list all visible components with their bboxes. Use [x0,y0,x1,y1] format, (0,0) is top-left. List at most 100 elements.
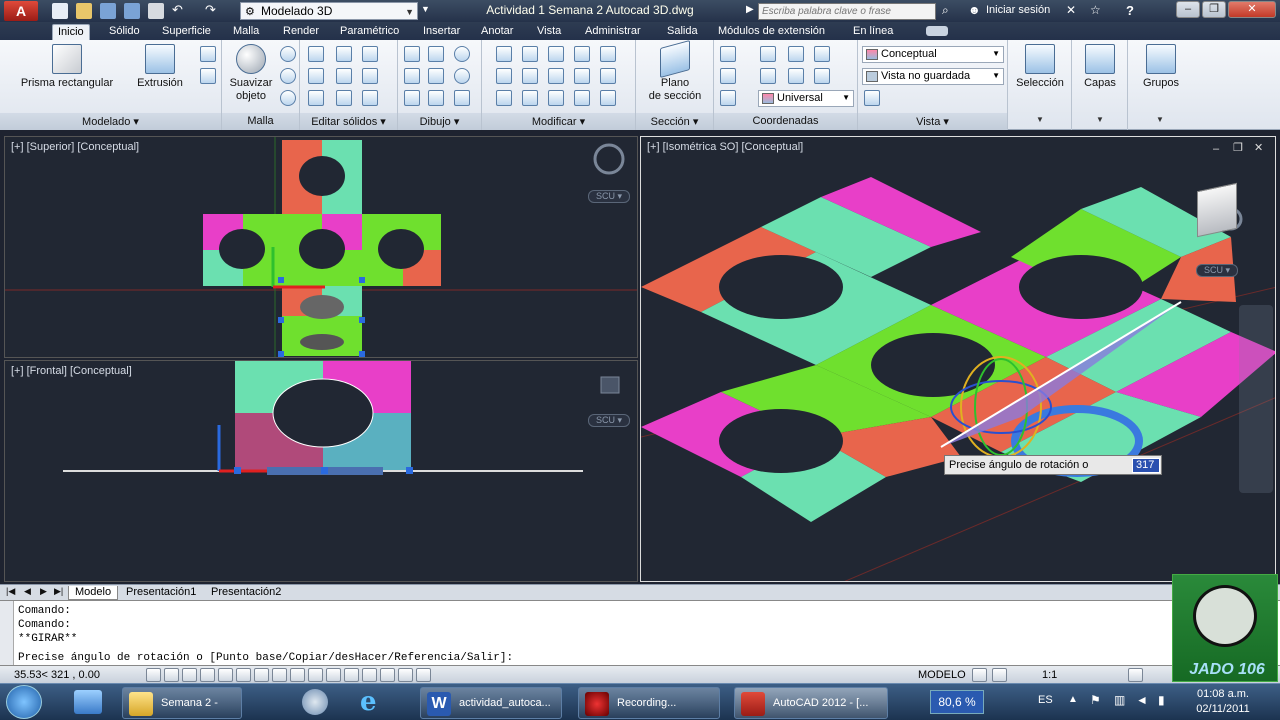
copy-icon[interactable] [574,46,590,62]
align-icon[interactable] [522,90,538,106]
ducs-icon[interactable] [290,668,305,682]
ucs-menu[interactable]: SCU ▾ [588,414,630,427]
chevron-down-icon[interactable]: ▼ [1036,115,1044,124]
fillet-icon[interactable] [496,68,512,84]
quicktime-icon[interactable] [302,689,328,715]
dyn-icon[interactable] [308,668,323,682]
command-window[interactable]: Comando: Comando: **GIRAR** Precise ángu… [0,600,1280,666]
mesh-tool-1-icon[interactable] [280,46,296,62]
circle-icon[interactable] [454,46,470,62]
tab-insertar[interactable]: Insertar [418,24,465,40]
viewcube-icon[interactable] [600,376,620,394]
ucs-menu[interactable]: SCU ▾ [1196,264,1238,277]
plano-seccion-button[interactable]: Plano de sección [642,39,708,103]
solid-tool-icon[interactable] [200,46,216,62]
viewport-label[interactable]: [+] [Frontal] [Conceptual] [11,365,132,377]
signin-link[interactable]: Iniciar sesión [986,4,1050,16]
tab-salida[interactable]: Salida [662,24,703,40]
panel-title-seccion[interactable]: Sección ▾ [636,113,713,130]
hatch-icon[interactable] [454,90,470,106]
prisma-rectangular-button[interactable]: Prisma rectangular [12,44,122,90]
edit-solid-5-icon[interactable] [362,68,378,84]
grip[interactable] [406,467,413,474]
search-expand-icon[interactable]: ▶ [746,4,754,15]
otrack-icon[interactable] [272,668,287,682]
taskbar-word[interactable]: W actividad_autoca... [420,687,562,719]
infer-constraints-icon[interactable] [146,668,161,682]
language-indicator[interactable]: ES [1038,694,1053,706]
start-button[interactable] [6,685,42,719]
panel-title-modelado[interactable]: Modelado ▾ [0,113,221,130]
edit-solid-3-icon[interactable] [336,90,352,106]
edit-icon[interactable] [496,90,512,106]
tab-vista[interactable]: Vista [532,24,566,40]
coordinates-readout[interactable]: 35.53< 321 , 0.00 [14,669,100,681]
exchange-icon[interactable]: ✕ [1066,3,1076,17]
ie-icon[interactable]: e [360,689,388,715]
panel-title-malla[interactable]: Malla [222,113,299,130]
spline-icon[interactable] [428,68,444,84]
annotation-scale[interactable]: 1:1 [1042,669,1057,681]
qp-icon[interactable] [362,668,377,682]
union-icon[interactable] [308,46,324,62]
sc-icon[interactable] [380,668,395,682]
search-input[interactable]: Escriba palabra clave o frase [758,3,936,20]
undo-icon[interactable]: ↶ [172,3,188,19]
tab-anotar[interactable]: Anotar [476,24,518,40]
open-file-icon[interactable] [76,3,92,19]
tab-malla[interactable]: Malla [228,24,264,40]
line-icon[interactable] [404,46,420,62]
help-icon[interactable]: ? [1126,3,1134,18]
taskbar-autocad[interactable]: AutoCAD 2012 - [... [734,687,888,719]
rotation-angle-input[interactable]: 317 [1132,458,1160,473]
tab-presentacion1[interactable]: Presentación1 [120,586,202,600]
quick-view-icon[interactable] [992,668,1007,682]
maximize-button[interactable]: ❐ [1202,1,1226,18]
tab-solido[interactable]: Sólido [104,24,145,40]
clock-date[interactable]: 02/11/2011 [1192,703,1254,715]
power-icon[interactable]: ▮ [1158,693,1165,707]
polar-icon[interactable] [218,668,233,682]
flag-icon[interactable]: ⚑ [1090,693,1101,707]
workspace-gear-icon[interactable] [1128,668,1143,682]
minimize-button[interactable]: – [1176,1,1200,18]
panel-title-editar-solidos[interactable]: Editar sólidos ▾ [300,113,397,130]
mesh-tool-2-icon[interactable] [280,68,296,84]
taskbar-recording[interactable]: Recording... [578,687,720,719]
show-desktop-icon[interactable] [74,690,102,714]
panel-title-modificar[interactable]: Modificar ▾ [482,113,635,130]
save-icon[interactable] [100,3,116,19]
lwt-icon[interactable] [326,668,341,682]
polygon-icon[interactable] [404,90,420,106]
command-scrollbar[interactable] [0,601,14,666]
panel-title-dibujo[interactable]: Dibujo ▾ [398,113,481,130]
volume-icon[interactable]: ◄ [1136,693,1148,707]
edit-solid-1-icon[interactable] [336,46,352,62]
ucs-9-icon[interactable] [814,68,830,84]
grip[interactable] [321,467,328,474]
tab-modelo[interactable]: Modelo [68,586,119,600]
ucs-5-icon[interactable] [760,68,776,84]
star-icon[interactable]: ☆ [1090,3,1101,17]
tab-render[interactable]: Render [278,24,324,40]
ucs-3-icon[interactable] [720,90,736,106]
binoculars-icon[interactable]: ⌕ [942,3,949,18]
chevron-down-icon[interactable]: ▼ [1096,115,1104,124]
stretch-icon[interactable] [600,68,616,84]
intersect-icon[interactable] [308,90,324,106]
gizmo-icon[interactable] [416,668,431,682]
new-file-icon[interactable] [52,3,68,19]
ucs-6-icon[interactable] [788,46,804,62]
grip[interactable] [359,317,365,323]
extrusion-button[interactable]: Extrusión [130,44,190,90]
suavizar-objeto-button[interactable]: Suavizar objeto [226,44,276,103]
viewport-isometrica[interactable]: [+] [Isométrica SO] [Conceptual] – ❐ ✕ S… [640,136,1276,582]
tab-last-icon[interactable]: ▶| [54,586,63,597]
osnap-icon[interactable] [236,668,251,682]
redo-icon[interactable]: ↷ [205,3,221,19]
viewport-label[interactable]: [+] [Isométrica SO] [Conceptual] [647,141,803,153]
array-icon[interactable] [522,68,538,84]
visual-style-dropdown[interactable]: Conceptual ▼ [862,46,1004,63]
user-icon[interactable]: ☻ [968,3,981,17]
view-dropdown[interactable]: Vista no guardada ▼ [862,68,1004,85]
